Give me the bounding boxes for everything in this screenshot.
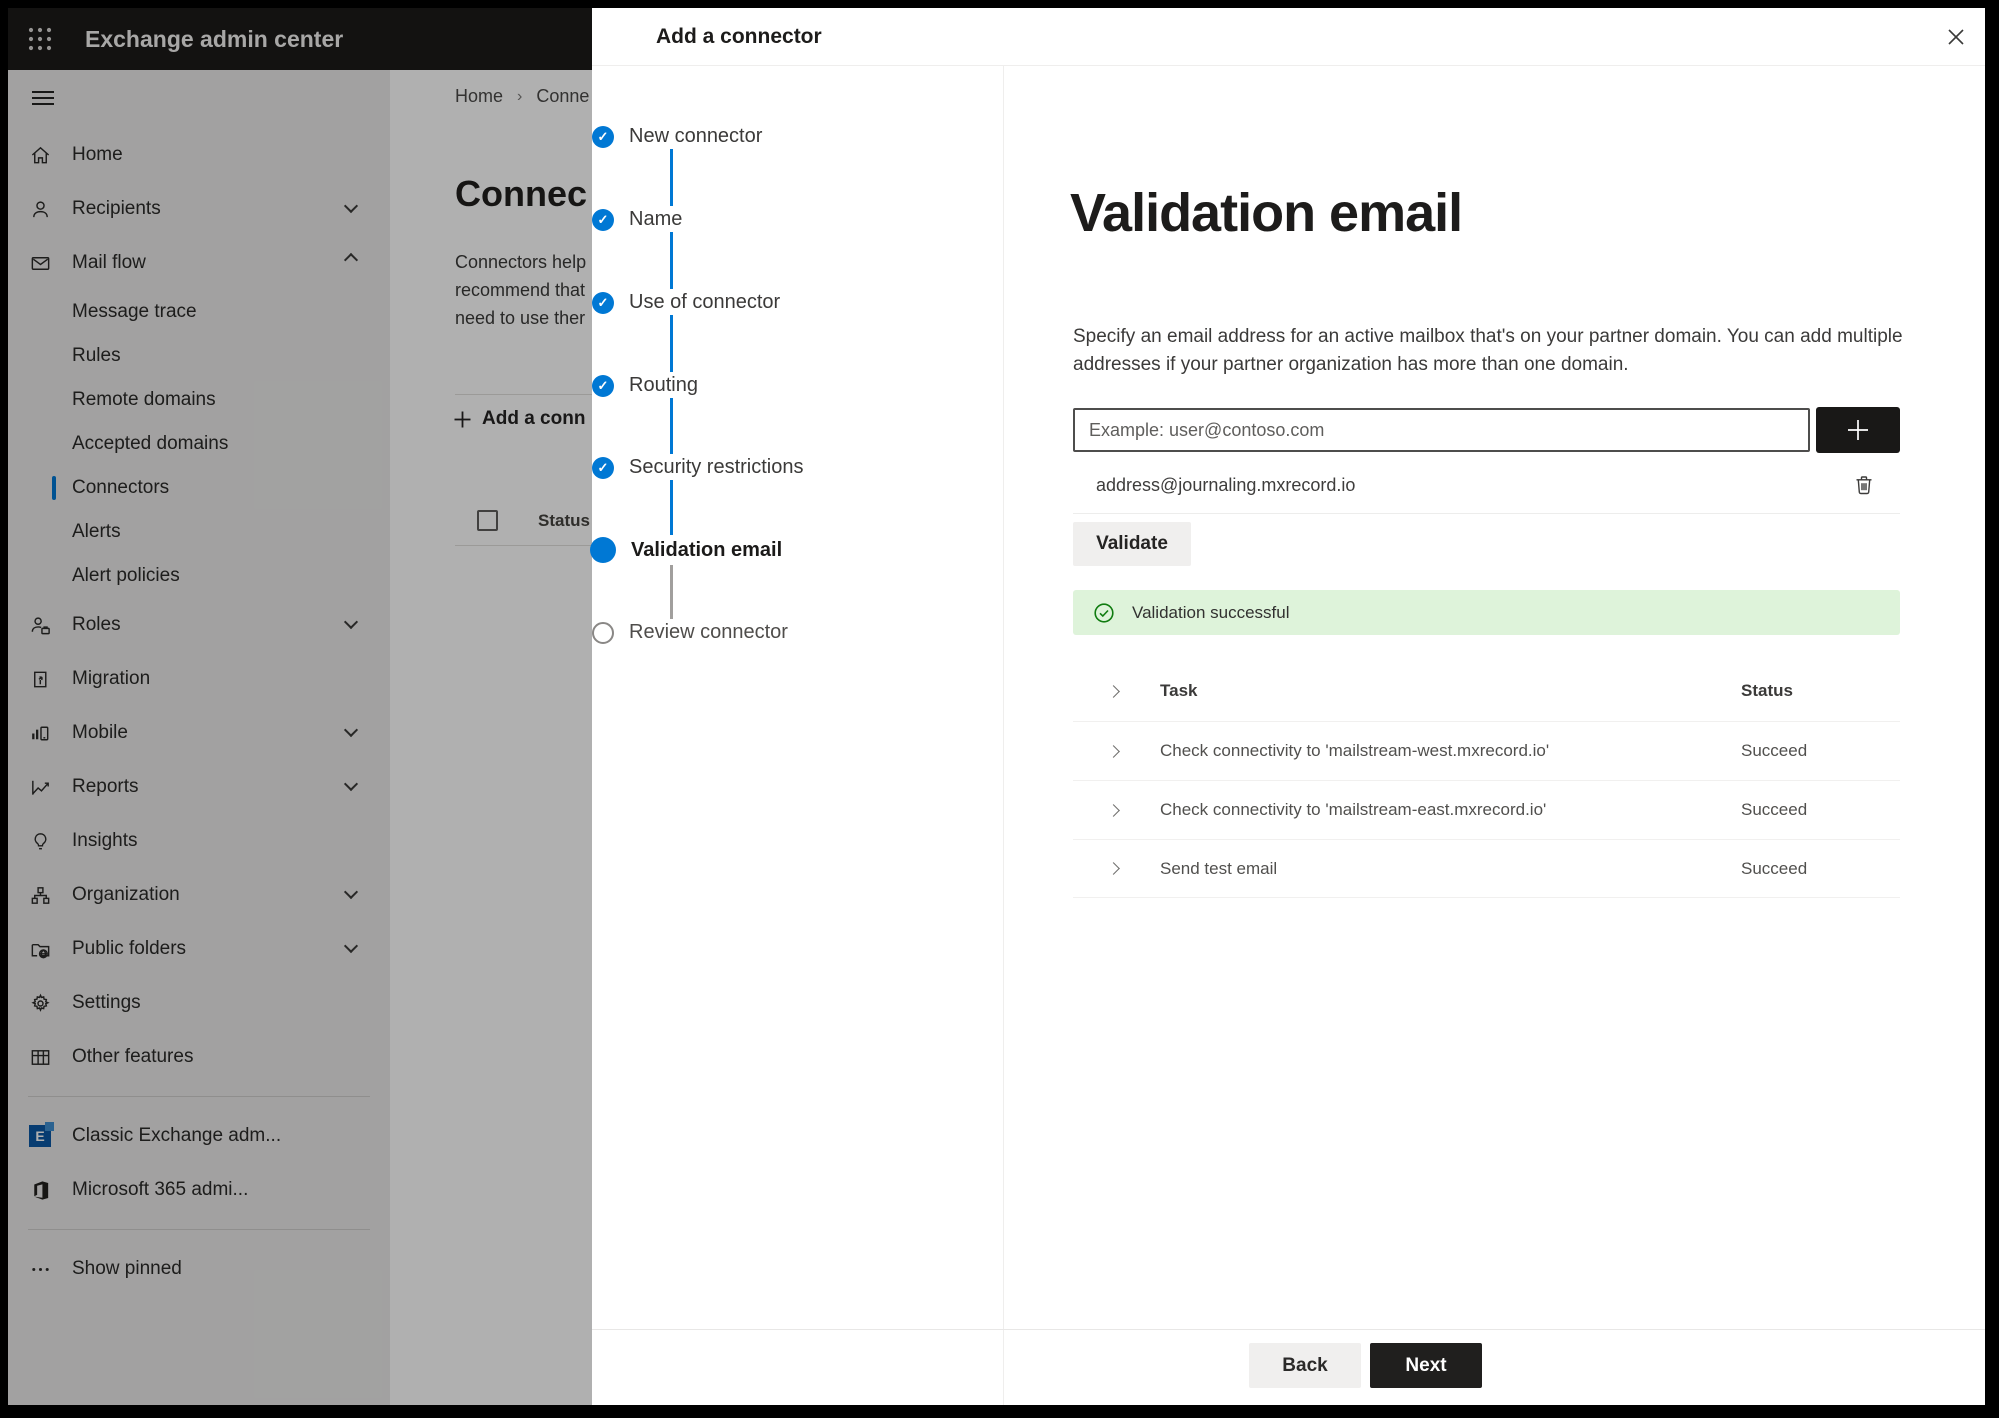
validation-success-banner: Validation successful bbox=[1073, 590, 1900, 635]
task-column-header: Task bbox=[1160, 681, 1198, 700]
step-done-icon: ✓ bbox=[592, 456, 614, 479]
stepper-line bbox=[670, 149, 673, 206]
chevron-right-icon[interactable] bbox=[1107, 862, 1120, 875]
added-address-row: address@journaling.mxrecord.io bbox=[1073, 464, 1900, 506]
chevron-right-icon[interactable] bbox=[1107, 803, 1120, 817]
step-page-title: Validation email bbox=[1070, 183, 1463, 243]
wizard-step-name[interactable]: ✓ Name bbox=[592, 208, 682, 231]
add-address-button[interactable] bbox=[1816, 407, 1900, 453]
app-screen: Exchange admin center Home Recipients Ma… bbox=[8, 8, 1985, 1405]
step-description: Specify an email address for an active m… bbox=[1073, 326, 1903, 375]
step-done-icon: ✓ bbox=[592, 208, 614, 231]
chevron-right-icon[interactable] bbox=[1107, 684, 1120, 698]
wizard-step-validation-email[interactable]: Validation email bbox=[590, 537, 782, 563]
modal-dim-overlay bbox=[8, 8, 592, 1405]
success-check-icon bbox=[1094, 602, 1114, 623]
table-row: Check connectivity to 'mailstream-west.m… bbox=[1073, 721, 1900, 780]
table-row: Check connectivity to 'mailstream-east.m… bbox=[1073, 780, 1900, 839]
stepper-line bbox=[670, 480, 673, 535]
stepper-line bbox=[670, 315, 673, 372]
step-done-icon: ✓ bbox=[592, 291, 614, 314]
task-cell: Check connectivity to 'mailstream-east.m… bbox=[1160, 800, 1547, 819]
success-message: Validation successful bbox=[1132, 602, 1290, 622]
status-column-header: Status bbox=[1741, 681, 1793, 700]
chevron-right-icon[interactable] bbox=[1107, 744, 1120, 758]
wizard-step-security-restrictions[interactable]: ✓ Security restrictions bbox=[592, 456, 804, 479]
step-done-icon: ✓ bbox=[592, 125, 614, 148]
close-icon[interactable] bbox=[1942, 24, 1970, 52]
wizard-step-review-connector[interactable]: Review connector bbox=[592, 621, 788, 644]
validate-button[interactable]: Validate bbox=[1073, 522, 1191, 566]
step-todo-icon bbox=[592, 621, 614, 644]
table-header-row: Task Status bbox=[1073, 661, 1900, 721]
add-connector-panel: Add a connector ✓ New connector ✓ Name ✓… bbox=[590, 8, 1985, 1405]
panel-header: Add a connector bbox=[592, 8, 1985, 66]
added-address-value: address@journaling.mxrecord.io bbox=[1096, 474, 1356, 495]
task-cell: Send test email bbox=[1160, 858, 1278, 878]
status-cell: Succeed bbox=[1741, 800, 1808, 819]
panel-title: Add a connector bbox=[656, 25, 822, 48]
wizard-step-routing[interactable]: ✓ Routing bbox=[592, 374, 698, 397]
stepper-divider bbox=[1003, 66, 1004, 1405]
status-cell: Succeed bbox=[1741, 741, 1808, 760]
task-cell: Check connectivity to 'mailstream-west.m… bbox=[1160, 741, 1550, 760]
stepper-line bbox=[670, 398, 673, 454]
status-cell: Succeed bbox=[1741, 858, 1808, 878]
footer-divider bbox=[592, 1329, 1985, 1330]
wizard-step-use-of-connector[interactable]: ✓ Use of connector bbox=[592, 291, 780, 314]
trash-icon[interactable] bbox=[1850, 472, 1878, 500]
stepper-line bbox=[670, 232, 673, 289]
table-row: Send test email Succeed bbox=[1073, 839, 1900, 898]
wizard-step-new-connector[interactable]: ✓ New connector bbox=[592, 125, 762, 148]
step-done-icon: ✓ bbox=[592, 374, 614, 397]
stepper-line bbox=[670, 565, 673, 619]
email-address-input[interactable] bbox=[1073, 408, 1810, 452]
step-current-icon bbox=[590, 537, 616, 563]
back-button[interactable]: Back bbox=[1249, 1343, 1361, 1388]
validation-task-table: Task Status Check connectivity to 'mails… bbox=[1073, 661, 1900, 898]
plus-icon bbox=[1848, 420, 1868, 440]
next-button[interactable]: Next bbox=[1370, 1343, 1482, 1388]
divider bbox=[1073, 513, 1900, 514]
